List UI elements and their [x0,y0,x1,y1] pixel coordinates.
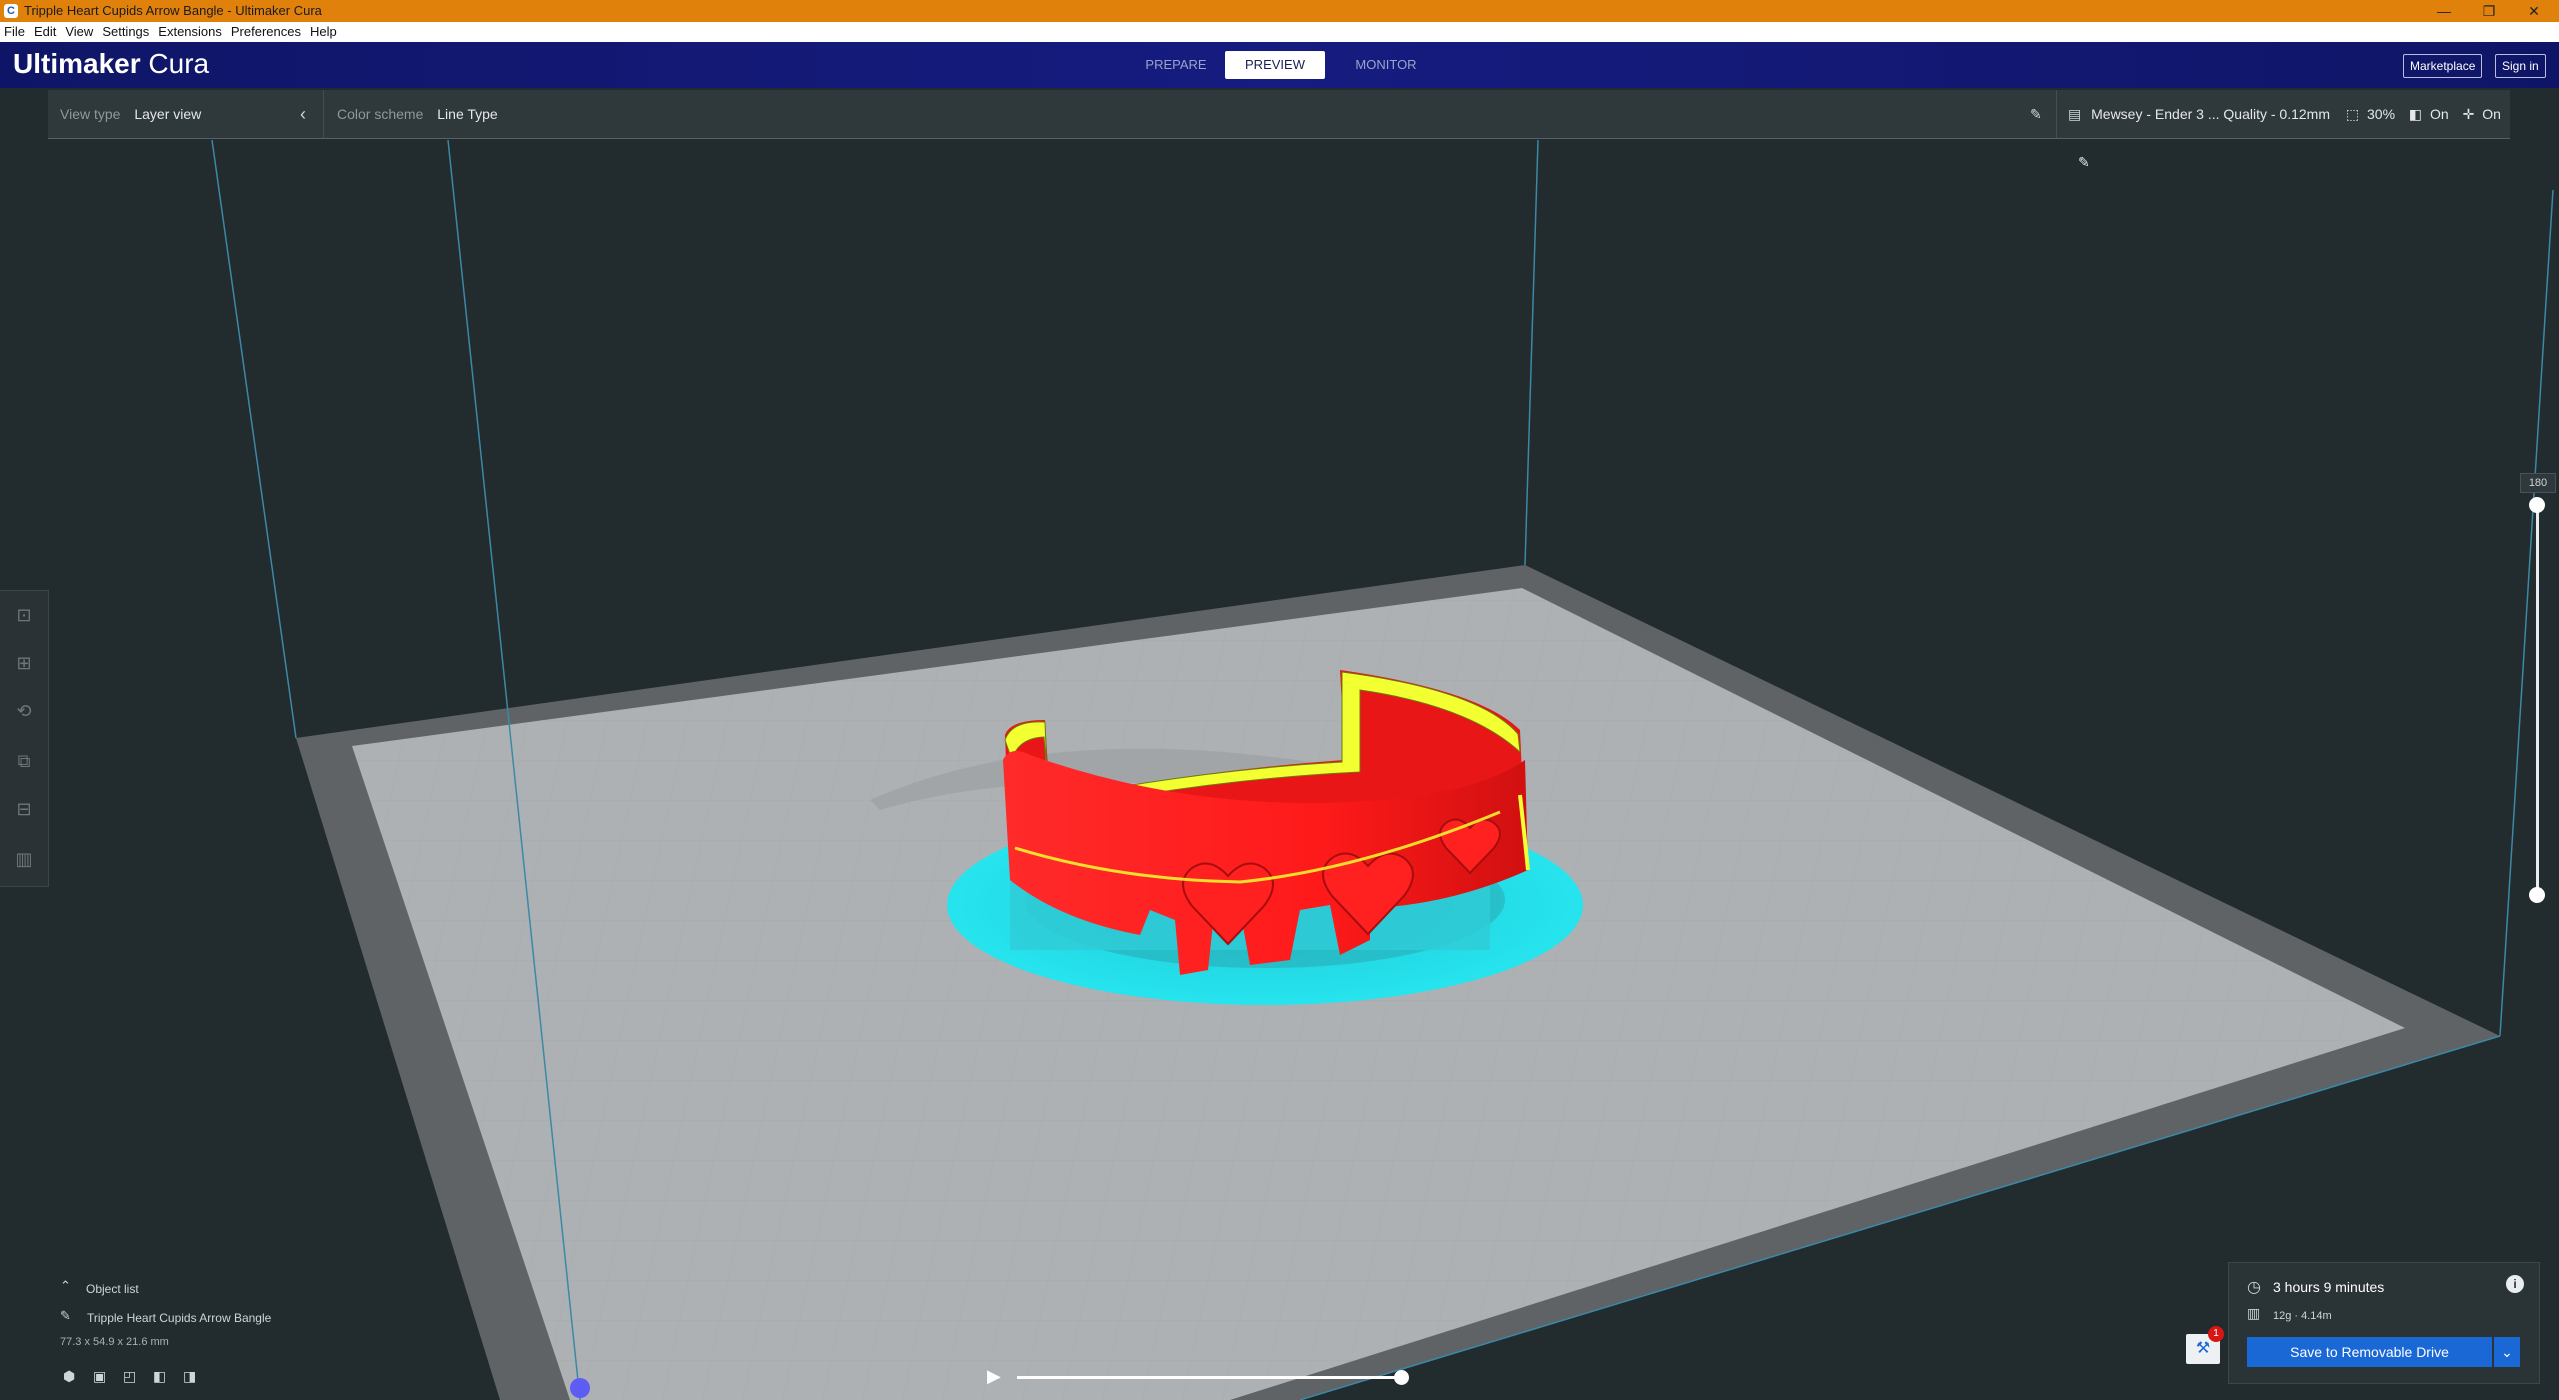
color-scheme-value: Line Type [437,106,498,122]
support-icon: ◧ [2408,106,2423,122]
app-header: Ultimaker Cura PREPARE PREVIEW MONITOR M… [0,42,2559,88]
menu-edit[interactable]: Edit [30,22,61,42]
menu-help[interactable]: Help [306,22,342,42]
left-toolbar: ⊡ ⊞ ⟲ ⧉ ⊟ ▥ [0,590,49,887]
volume-edge-back [1524,139,1539,566]
print-time: 3 hours 9 minutes [2273,1279,2385,1295]
adhesion-icon: ✛ [2462,106,2475,122]
playback-track[interactable] [1017,1376,1402,1379]
build-volume-scene [211,139,2554,1400]
minimize-button[interactable]: — [2421,0,2467,22]
edit-name-icon[interactable]: ✎ [60,1308,71,1324]
view-front-icon[interactable]: ▣ [93,1368,106,1385]
view-type-value: Layer view [134,106,202,122]
edit-pencil-icon[interactable]: ✎ [2030,90,2042,138]
infill-icon: ⬚ [2345,106,2360,122]
support-blocker-icon[interactable]: ▥ [12,847,36,871]
menu-file[interactable]: File [0,22,30,42]
window-titlebar: C Tripple Heart Cupids Arrow Bangle - Ul… [0,0,2559,22]
chevron-left-icon[interactable]: ‹ [300,90,306,138]
chevron-down-icon[interactable]: ⌄ [2494,1337,2520,1367]
playback-handle[interactable] [1394,1370,1409,1385]
volume-edge-right [2499,189,2554,1037]
volume-edge-left [211,139,297,739]
color-scheme-label: Color scheme [337,106,424,122]
view-type-control[interactable]: View type Layer view [60,90,201,138]
printer-icon: ▤ [2068,106,2082,122]
tools-icon: ⚒ [2195,1340,2211,1357]
brand-logo: Ultimaker Cura [13,48,209,80]
sign-in-button[interactable]: Sign in [2495,54,2546,78]
play-icon[interactable]: ▶ [987,1366,1001,1387]
layer-max-label: 180 [2520,473,2556,493]
view-left-icon[interactable]: ◧ [153,1368,166,1385]
notification-badge: 1 [2208,1326,2224,1342]
menu-extensions[interactable]: Extensions [154,22,227,42]
print-setup-selector[interactable]: ▤ Mewsey - Ender 3 ... Quality - 0.12mm … [2068,90,2510,170]
support-value: On [2430,106,2449,122]
3d-viewport[interactable] [0,88,2559,1400]
brand-product: Cura [140,48,210,79]
move-tool-icon[interactable]: ⊡ [12,603,36,627]
clock-icon: ◷ [2247,1279,2261,1296]
layer-slider-track[interactable] [2536,505,2539,895]
notification-button[interactable]: ⚒ 1 [2186,1326,2224,1364]
chevron-up-icon[interactable]: ⌃ [60,1278,71,1294]
origin-indicator [570,1378,590,1398]
mirror-tool-icon[interactable]: ⧉ [12,749,36,773]
printer-profile-label: Mewsey - Ender 3 ... Quality - 0.12mm [2091,106,2330,122]
settings-pencil-icon: ✎ [2078,154,2090,170]
window-title: Tripple Heart Cupids Arrow Bangle - Ulti… [24,3,322,18]
close-button[interactable]: ✕ [2511,0,2557,22]
scale-tool-icon[interactable]: ⊞ [12,651,36,675]
per-model-settings-icon[interactable]: ⊟ [12,797,36,821]
tab-preview[interactable]: PREVIEW [1225,51,1325,79]
layer-slider-top-handle[interactable] [2529,497,2545,513]
object-list-toggle[interactable]: Object list [86,1282,139,1296]
adhesion-value: On [2482,106,2501,122]
menu-settings[interactable]: Settings [98,22,154,42]
layer-slider-bottom-handle[interactable] [2529,887,2545,903]
view-3d-icon[interactable]: ⬢ [63,1368,75,1385]
toolbar-divider [2056,90,2057,138]
tab-monitor[interactable]: MONITOR [1336,51,1436,79]
marketplace-button[interactable]: Marketplace [2403,54,2483,78]
brand-name: Ultimaker [13,48,141,79]
menu-view[interactable]: View [61,22,98,42]
cura-app-icon: C [4,4,18,18]
infill-value: 30% [2367,106,2396,122]
menu-preferences[interactable]: Preferences [227,22,306,42]
view-right-icon[interactable]: ◨ [183,1368,196,1385]
object-name: Tripple Heart Cupids Arrow Bangle [87,1311,272,1325]
color-scheme-control[interactable]: Color scheme Line Type [337,90,498,138]
save-to-removable-drive-button[interactable]: Save to Removable Drive [2247,1337,2492,1367]
restore-button[interactable]: ❐ [2466,0,2512,22]
view-toolbar: View type Layer view ‹ Color scheme Line… [48,90,2510,170]
tab-prepare[interactable]: PREPARE [1126,51,1226,79]
print-estimate-panel: ◷ 3 hours 9 minutes i ▥ 12g · 4.14m Save… [2228,1262,2540,1384]
filament-icon: ▥ [2247,1305,2261,1321]
view-type-label: View type [60,106,121,122]
material-usage: 12g · 4.14m [2273,1310,2332,1322]
toolbar-divider [323,90,324,138]
info-icon[interactable]: i [2506,1275,2524,1293]
rotate-tool-icon[interactable]: ⟲ [12,699,36,723]
object-dimensions: 77.3 x 54.9 x 21.6 mm [60,1336,169,1348]
view-top-icon[interactable]: ◰ [123,1368,136,1385]
menu-bar: File Edit View Settings Extensions Preference… [0,22,2559,42]
